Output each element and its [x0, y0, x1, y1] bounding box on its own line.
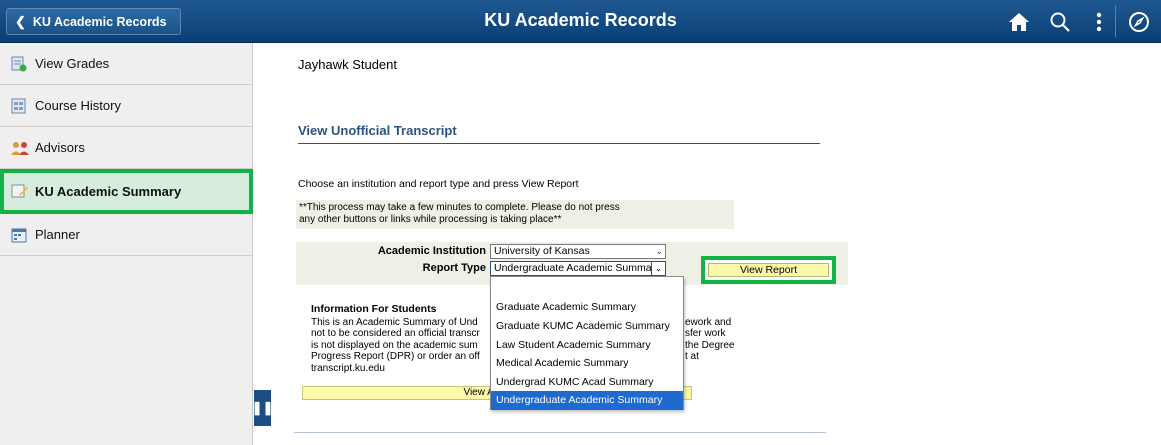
sidebar-item-ku-academic-summary[interactable]: KU Academic Summary — [0, 169, 253, 214]
dropdown-option-blank[interactable] — [491, 277, 683, 296]
back-button[interactable]: ❮ KU Academic Records — [6, 8, 181, 35]
view-report-highlight: View Report — [701, 256, 836, 284]
home-icon[interactable] — [1004, 7, 1034, 37]
sidebar-item-course-history[interactable]: Course History — [0, 85, 253, 127]
info-body-right: ework and sfer work the Degree t at — [685, 317, 734, 363]
sidebar-item-planner[interactable]: Planner — [0, 214, 253, 256]
info-line: sfer work — [685, 328, 726, 340]
report-type-dropdown: Graduate Academic Summary Graduate KUMC … — [490, 276, 684, 410]
sidebar-item-view-grades[interactable]: View Grades — [0, 43, 253, 85]
app-header: ❮ KU Academic Records KU Academic Record… — [0, 0, 1161, 43]
student-name: Jayhawk Student — [298, 57, 398, 72]
view-report-button[interactable]: View Report — [708, 263, 829, 277]
pause-icon[interactable]: ❚❚ — [252, 390, 273, 426]
more-menu-icon[interactable] — [1084, 7, 1114, 37]
info-line: ework and — [685, 317, 732, 328]
sidebar-item-label: View Grades — [35, 56, 110, 71]
chevron-down-icon: ⌄ — [655, 246, 663, 256]
dropdown-option[interactable]: Undergrad KUMC Acad Summary — [491, 373, 683, 392]
sidebar-item-label: Course History — [35, 98, 121, 113]
sidebar-item-label: Planner — [35, 227, 80, 242]
dropdown-option[interactable]: Graduate Academic Summary — [491, 298, 683, 317]
sidebar: View Grades Course History Advisors KU A… — [0, 43, 253, 445]
institution-label: Academic Institution — [377, 245, 486, 257]
report-type-label: Report Type — [422, 262, 486, 274]
institution-select[interactable]: University of Kansas ⌄ — [490, 244, 666, 259]
dropdown-option[interactable]: Medical Academic Summary — [491, 354, 683, 373]
back-button-label: KU Academic Records — [32, 14, 167, 29]
planner-icon — [11, 227, 27, 243]
sidebar-item-advisors[interactable]: Advisors — [0, 127, 253, 169]
dropdown-option[interactable]: Graduate KUMC Academic Summary — [491, 317, 683, 336]
sidebar-item-label: Advisors — [35, 140, 85, 155]
processing-note: **This process may take a few minutes to… — [296, 200, 734, 229]
dropdown-option-selected[interactable]: Undergraduate Academic Summary — [491, 391, 683, 410]
grades-icon — [11, 56, 27, 72]
report-type-select[interactable]: Undergraduate Academic Summa ⌄ — [490, 261, 666, 276]
chevron-down-icon: ⌄ — [651, 261, 666, 276]
info-line: t at — [685, 351, 699, 363]
sidebar-item-label: KU Academic Summary — [35, 183, 182, 199]
advisors-icon — [11, 140, 29, 156]
search-icon[interactable] — [1045, 7, 1075, 37]
course-history-icon — [11, 98, 27, 114]
note-line: any other buttons or links while process… — [299, 214, 562, 225]
info-title: Information For Students — [311, 303, 437, 315]
info-line: the Degree — [685, 339, 735, 351]
chevron-left-icon: ❮ — [15, 13, 26, 29]
note-line: **This process may take a few minutes to… — [299, 202, 620, 213]
section-title: View Unofficial Transcript — [298, 123, 820, 144]
report-type-value: Undergraduate Academic Summa — [494, 262, 652, 274]
navigator-icon[interactable] — [1124, 7, 1154, 37]
header-divider — [1115, 6, 1116, 37]
instructions-text: Choose an institution and report type an… — [298, 178, 579, 190]
institution-value: University of Kansas — [494, 245, 590, 257]
main-content: Jayhawk Student View Unofficial Transcri… — [254, 43, 1161, 445]
summary-icon — [11, 183, 28, 199]
divider — [294, 432, 826, 433]
dropdown-option[interactable]: Law Student Academic Summary — [491, 336, 683, 355]
